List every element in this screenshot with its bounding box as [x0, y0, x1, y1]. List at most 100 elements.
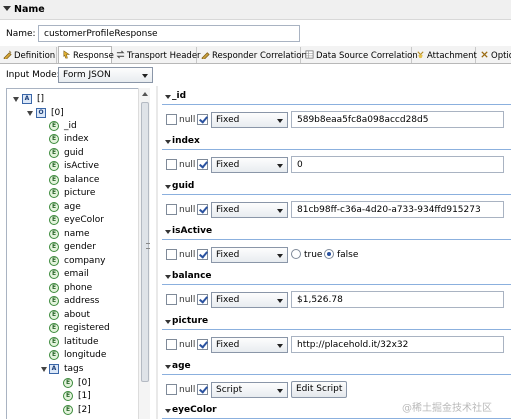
value-input[interactable]: $1,526.78	[291, 291, 504, 308]
collapse-triangle-icon[interactable]	[165, 140, 171, 144]
element-icon: E	[49, 242, 59, 252]
null-checkbox[interactable]	[166, 204, 177, 215]
input-mode-label: Input Mode:	[6, 70, 60, 80]
watermark: @稀土掘金技术社区	[402, 403, 492, 414]
element-icon: E	[49, 350, 59, 360]
prop-header-guid[interactable]: guid	[162, 180, 511, 195]
tab-definition[interactable]: Definition	[0, 47, 57, 63]
enabled-checkbox[interactable]	[197, 204, 208, 215]
collapse-triangle-icon[interactable]	[165, 95, 171, 99]
chevron-down-icon	[277, 389, 283, 393]
null-checkbox[interactable]	[166, 159, 177, 170]
value-input[interactable]: 589b8eaa5fc8a098accd28d5	[291, 111, 504, 128]
mode-select[interactable]: Fixed	[211, 157, 288, 173]
element-icon: E	[63, 378, 73, 388]
prop-row-index: null Fixed 0	[162, 154, 511, 178]
value-input[interactable]: 0	[291, 156, 504, 173]
enabled-checkbox[interactable]	[197, 159, 208, 170]
element-icon: E	[49, 323, 59, 333]
chevron-down-icon	[277, 119, 283, 123]
element-icon: E	[49, 148, 59, 158]
json-tree[interactable]: A [] O [0] E _id Eindex Eguid EisActive E…	[6, 88, 150, 419]
enabled-checkbox[interactable]	[197, 384, 208, 395]
input-mode-row: Input Mode: Form JSON	[0, 64, 511, 86]
enabled-checkbox[interactable]	[197, 249, 208, 260]
element-icon: E	[49, 269, 59, 279]
enabled-checkbox[interactable]	[197, 114, 208, 125]
collapse-triangle-icon[interactable]	[3, 6, 11, 11]
mode-select[interactable]: Fixed	[211, 202, 288, 218]
element-icon: E	[49, 296, 59, 306]
input-mode-select[interactable]: Form JSON	[58, 67, 153, 83]
null-checkbox[interactable]	[166, 114, 177, 125]
enabled-checkbox[interactable]	[197, 339, 208, 350]
mode-select[interactable]: Script	[211, 382, 288, 398]
prop-header-id[interactable]: _id	[162, 90, 511, 105]
element-icon: E	[63, 405, 73, 415]
collapse-triangle-icon[interactable]	[165, 409, 171, 413]
element-icon: E	[49, 134, 59, 144]
response-icon	[63, 50, 71, 59]
tree-scrollbar[interactable]	[138, 88, 150, 419]
element-icon: E	[49, 310, 59, 320]
tab-data-source-correlation[interactable]: Data Source Correlation	[302, 47, 418, 63]
prop-header-index[interactable]: index	[162, 135, 511, 150]
mode-select[interactable]: Fixed	[211, 337, 288, 353]
prop-row-guid: null Fixed 81cb98ff-c36a-4d20-a733-934ff…	[162, 199, 511, 223]
expand-triangle-icon[interactable]	[27, 111, 33, 116]
options-icon	[481, 51, 488, 58]
scroll-up-icon[interactable]	[142, 92, 148, 96]
scrollbar-thumb[interactable]	[141, 102, 150, 382]
datasource-icon	[305, 50, 314, 59]
element-icon: E	[49, 188, 59, 198]
element-icon: E	[49, 337, 59, 347]
expand-triangle-icon[interactable]	[13, 97, 19, 102]
value-input[interactable]: http://placehold.it/32x32	[291, 336, 504, 353]
collapse-triangle-icon[interactable]	[165, 275, 171, 279]
array-icon: A	[49, 364, 59, 374]
enabled-checkbox[interactable]	[197, 294, 208, 305]
true-radio[interactable]	[291, 249, 301, 259]
null-checkbox[interactable]	[166, 339, 177, 350]
element-icon: E	[49, 256, 59, 266]
tab-attachment[interactable]: Attachment	[413, 47, 477, 63]
null-checkbox[interactable]	[166, 384, 177, 395]
null-checkbox[interactable]	[166, 294, 177, 305]
chevron-down-icon	[142, 74, 148, 78]
element-icon: E	[49, 121, 59, 131]
chevron-down-icon	[277, 254, 283, 258]
value-input[interactable]: 81cb98ff-c36a-4d20-a733-934ffd915273	[291, 201, 504, 218]
collapse-triangle-icon[interactable]	[165, 185, 171, 189]
name-section-header[interactable]: Name	[0, 0, 511, 20]
prop-header-picture[interactable]: picture	[162, 315, 511, 330]
name-row: Name: customerProfileResponse	[0, 22, 511, 46]
prop-header-balance[interactable]: balance	[162, 270, 511, 285]
prop-header-age[interactable]: age	[162, 360, 511, 375]
chevron-down-icon	[277, 299, 283, 303]
expand-triangle-icon[interactable]	[41, 367, 47, 372]
collapse-triangle-icon[interactable]	[165, 365, 171, 369]
edit-script-button[interactable]: Edit Script	[291, 381, 348, 398]
mode-select[interactable]: Fixed	[211, 292, 288, 308]
element-icon: E	[49, 175, 59, 185]
prop-header-isactive[interactable]: isActive	[162, 225, 511, 240]
tab-options[interactable]: Optio	[477, 47, 511, 63]
false-radio[interactable]	[324, 249, 334, 259]
chevron-down-icon	[277, 344, 283, 348]
tab-transport-header[interactable]: Transport Header	[113, 47, 201, 63]
element-icon: E	[49, 283, 59, 293]
mode-select[interactable]: Fixed	[211, 247, 288, 263]
prop-row-picture: null Fixed http://placehold.it/32x32	[162, 334, 511, 358]
splitter[interactable]	[156, 86, 158, 419]
tab-responder-correlation[interactable]: Responder Correlation	[198, 47, 307, 63]
null-checkbox[interactable]	[166, 249, 177, 260]
tab-response[interactable]: Response	[58, 46, 114, 63]
attachment-icon	[417, 51, 424, 59]
collapse-triangle-icon[interactable]	[165, 320, 171, 324]
name-input[interactable]: customerProfileResponse	[38, 25, 300, 42]
mode-select[interactable]: Fixed	[211, 112, 288, 128]
transport-icon	[116, 50, 125, 59]
definition-icon	[3, 50, 12, 59]
prop-row-isactive: null Fixed true false	[162, 244, 511, 268]
collapse-triangle-icon[interactable]	[165, 230, 171, 234]
